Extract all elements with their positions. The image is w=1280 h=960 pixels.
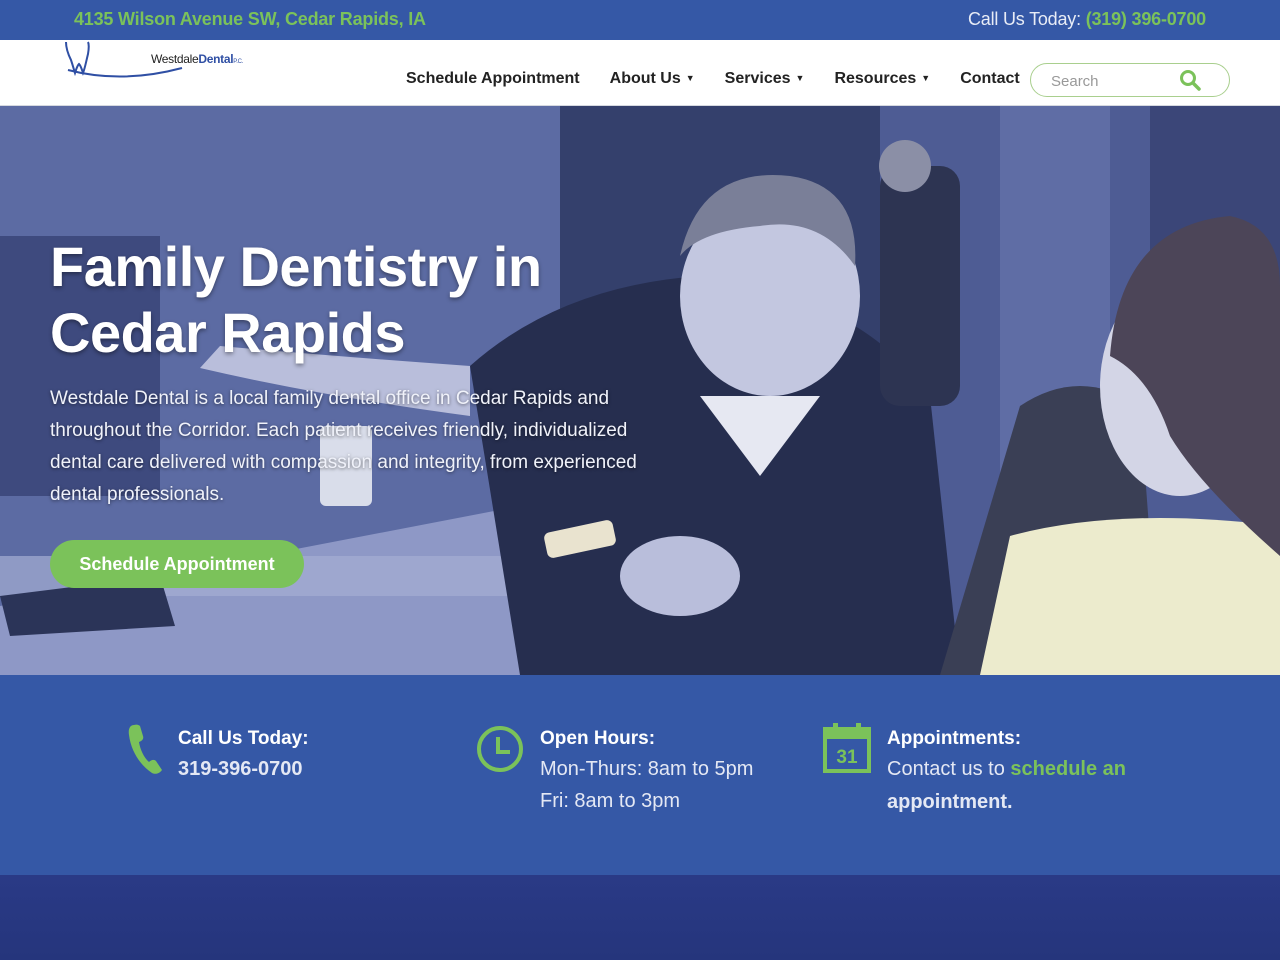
hours-line-1: Mon-Thurs: 8am to 5pm [540, 758, 754, 780]
hero-title-line-1: Family Dentistry in [50, 235, 542, 298]
logo-wordmark: WestdaleDentalP.C. [151, 52, 243, 66]
appointments-title: Appointments: [887, 728, 1022, 749]
schedule-link-part-1[interactable]: schedule an [1010, 758, 1126, 780]
hours-title: Open Hours: [540, 728, 656, 749]
search-box [1030, 63, 1230, 97]
caret-down-icon: ▼ [921, 73, 931, 83]
appointments-text: Contact us to schedule an [887, 758, 1126, 781]
call-title: Call Us Today: [178, 728, 309, 749]
nav-resources[interactable]: Resources ▼ [834, 70, 930, 88]
nav-label: Services [724, 70, 791, 87]
top-call-label: Call Us Today: [967, 9, 1086, 29]
hours-line-2: Fri: 8am to 3pm [540, 790, 681, 812]
nav-services[interactable]: Services ▼ [725, 70, 805, 88]
search-input[interactable] [1051, 71, 1181, 91]
nav-label: Contact [960, 70, 1020, 87]
hero-description: Westdale Dental is a local family dental… [50, 388, 637, 505]
nav-label: Resources [834, 70, 917, 87]
calendar-day-number: 31 [836, 747, 858, 768]
search-icon[interactable] [1179, 69, 1201, 91]
logo-name-2: Dental [198, 52, 234, 66]
hero-section: Family Dentistry in Cedar Rapids Westdal… [0, 106, 1280, 675]
next-section-preview [0, 875, 1280, 960]
phone-icon [128, 724, 162, 774]
clock-icon [477, 726, 523, 772]
nav-schedule-appointment[interactable]: Schedule Appointment [406, 70, 580, 88]
logo-suffix: P.C. [233, 59, 243, 65]
hero-title-line-2: Cedar Rapids [50, 301, 406, 364]
top-bar: 4135 Wilson Avenue SW, Cedar Rapids, IA … [0, 0, 1280, 40]
nav-about-us[interactable]: About Us ▼ [610, 70, 695, 88]
address-text[interactable]: 4135 Wilson Avenue SW, Cedar Rapids, IA [74, 9, 426, 30]
top-call-phone-link[interactable]: (319) 396-0700 [1086, 9, 1206, 29]
call-phone-link[interactable]: 319-396-0700 [178, 758, 303, 781]
info-strip: Call Us Today: 319-396-0700 Open Hours: … [0, 675, 1280, 875]
caret-down-icon: ▼ [795, 73, 805, 83]
nav-label: Schedule Appointment [406, 70, 580, 87]
main-navbar: WestdaleDentalP.C. Schedule Appointment … [0, 40, 1280, 106]
logo[interactable]: WestdaleDentalP.C. [62, 40, 243, 82]
calendar-icon: 31 [823, 723, 871, 773]
nav-menu: Schedule Appointment About Us ▼ Services ▼… [406, 70, 1050, 88]
nav-contact[interactable]: Contact [960, 70, 1020, 88]
caret-down-icon: ▼ [685, 73, 695, 83]
schedule-appointment-button[interactable]: Schedule Appointment [50, 540, 304, 588]
schedule-link-part-2[interactable]: appointment. [887, 791, 1013, 814]
top-call: Call Us Today: (319) 396-0700 [968, 9, 1206, 30]
appointments-contact-text: Contact us to [887, 758, 1011, 780]
hero-title: Family Dentistry in Cedar Rapids [50, 234, 670, 366]
nav-label: About Us [609, 70, 681, 87]
logo-name-1: Westdale [151, 52, 199, 66]
